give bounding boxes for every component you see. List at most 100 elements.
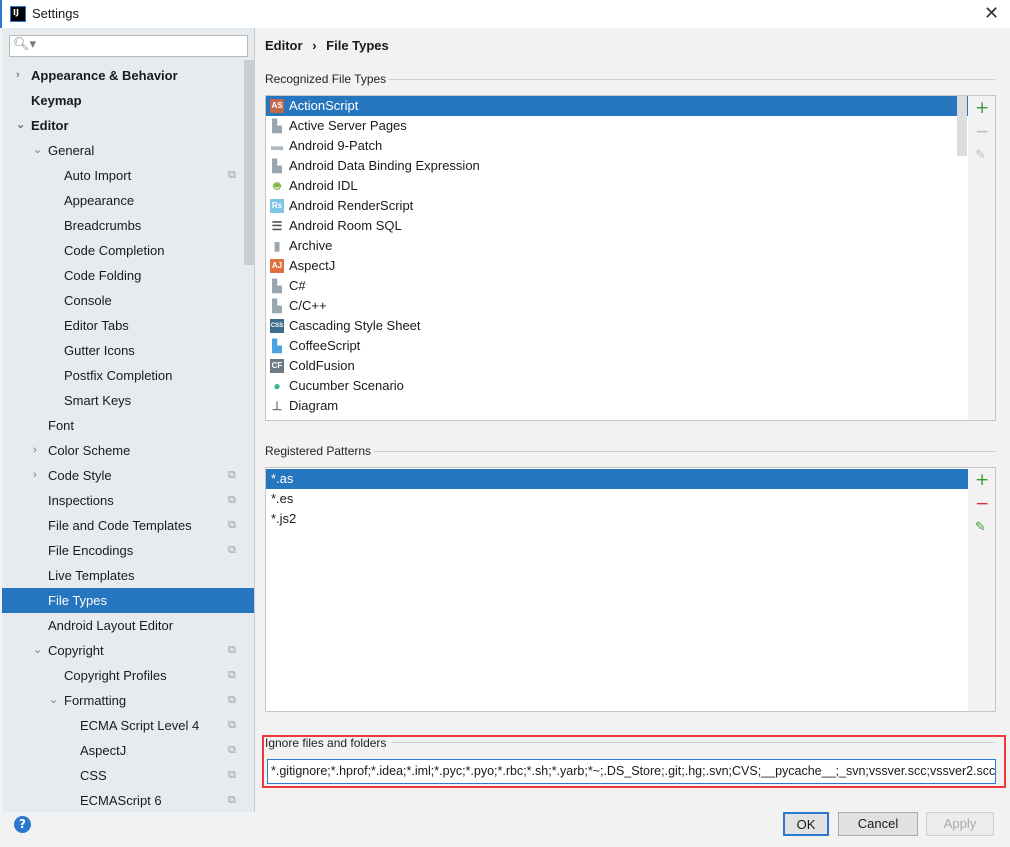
file-type-row[interactable]: ● Cucumber Scenario [266, 376, 968, 396]
sidebar-item-code-folding[interactable]: Code Folding [2, 263, 254, 288]
file-type-row[interactable]: CSS Cascading Style Sheet [266, 316, 968, 336]
file-type-row[interactable]: ☰ Android Room SQL [266, 216, 968, 236]
sidebar-item-ecma-script-level-4[interactable]: ECMA Script Level 4 ⧉ [2, 713, 254, 738]
sidebar-item-file-and-code-templates[interactable]: File and Code Templates ⧉ [2, 513, 254, 538]
file-type-row[interactable]: ▙ CoffeeScript [266, 336, 968, 356]
sidebar-item-appearance[interactable]: Appearance [2, 188, 254, 213]
file-type-label: Android RenderScript [289, 198, 414, 213]
file-type-row[interactable]: ▙ C/C++ [266, 296, 968, 316]
sidebar-item-appearance-behavior[interactable]: › Appearance & Behavior [2, 63, 254, 88]
intellij-logo-icon: IJ [10, 6, 26, 22]
file-type-row[interactable]: ▬ Android 9-Patch [266, 136, 968, 156]
file-type-row[interactable]: ▙ Android Data Binding Expression [266, 156, 968, 176]
file-type-row[interactable]: CF ColdFusion [266, 356, 968, 376]
aj-file-icon: AJ [270, 259, 284, 273]
edit-icon[interactable]: ✎ [975, 520, 986, 535]
sidebar-item-inspections[interactable]: Inspections ⧉ [2, 488, 254, 513]
sidebar-item-label: General [48, 143, 95, 158]
chevron-down-icon[interactable]: ⌄ [33, 638, 42, 663]
sidebar-item-copyright-profiles[interactable]: Copyright Profiles ⧉ [2, 663, 254, 688]
sidebar-item-aspectj[interactable]: AspectJ ⧉ [2, 738, 254, 763]
sidebar-item-label: File Types [48, 593, 108, 608]
file-type-row[interactable]: Rs Android RenderScript [266, 196, 968, 216]
file-type-label: ColdFusion [289, 358, 355, 373]
sidebar-item-code-completion[interactable]: Code Completion [2, 238, 254, 263]
sidebar-item-editor-tabs[interactable]: Editor Tabs [2, 313, 254, 338]
chevron-right-icon[interactable]: › [33, 438, 37, 463]
remove-icon[interactable]: − [975, 122, 989, 142]
cancel-button[interactable]: Cancel [838, 812, 918, 836]
sidebar-item-label: ECMA Script Level 4 [80, 718, 200, 733]
sidebar-item-console[interactable]: Console [2, 288, 254, 313]
sidebar-item-label: Color Scheme [48, 443, 131, 458]
file-type-row[interactable]: ▙ Active Server Pages [266, 116, 968, 136]
apply-button[interactable]: Apply [926, 812, 994, 836]
edit-icon[interactable]: ✎ [975, 148, 986, 163]
file-icon: ▙ [272, 339, 282, 353]
chevron-right-icon[interactable]: › [33, 463, 37, 488]
window-title: Settings [32, 6, 79, 21]
sidebar-item-code-style[interactable]: › Code Style ⧉ [2, 463, 254, 488]
sidebar-item-smart-keys[interactable]: Smart Keys [2, 388, 254, 413]
breadcrumb-current: File Types [326, 38, 389, 53]
sidebar-item-label: Editor Tabs [64, 318, 129, 333]
sidebar-item-general[interactable]: ⌄ General [2, 138, 254, 163]
file-types-scrollbar[interactable] [957, 96, 967, 156]
patterns-list[interactable]: *.as *.es *.js2 [265, 467, 969, 712]
ok-button[interactable]: OK [783, 812, 829, 836]
sidebar-item-color-scheme[interactable]: › Color Scheme [2, 438, 254, 463]
sidebar-item-editor[interactable]: ⌄ Editor [2, 113, 254, 138]
project-settings-icon: ⧉ [228, 469, 236, 481]
sidebar-item-live-templates[interactable]: Live Templates [2, 563, 254, 588]
pattern-row[interactable]: *.js2 [266, 509, 968, 529]
file-type-label: C/C++ [289, 298, 327, 313]
file-type-row[interactable]: AJ AspectJ [266, 256, 968, 276]
sidebar-item-keymap[interactable]: Keymap [2, 88, 254, 113]
project-settings-icon: ⧉ [228, 719, 236, 731]
sidebar-item-breadcrumbs[interactable]: Breadcrumbs [2, 213, 254, 238]
chevron-down-icon[interactable]: ⌄ [16, 113, 25, 138]
file-type-label: C# [289, 278, 306, 293]
search-input[interactable]: 🔍︎▾ [9, 35, 248, 57]
chevron-down-icon[interactable]: ⌄ [33, 138, 42, 163]
remove-icon[interactable]: − [975, 494, 989, 514]
chevron-down-icon[interactable]: ⌄ [49, 688, 58, 713]
sidebar-item-postfix-completion[interactable]: Postfix Completion [2, 363, 254, 388]
pattern-row[interactable]: *.as [266, 469, 968, 489]
project-settings-icon: ⧉ [228, 669, 236, 681]
ignore-files-input[interactable]: *.gitignore;*.hprof;*.idea;*.iml;*.pyc;*… [267, 759, 996, 784]
sidebar-item-formatting[interactable]: ⌄ Formatting ⧉ [2, 688, 254, 713]
pattern-row[interactable]: *.es [266, 489, 968, 509]
sidebar-item-copyright[interactable]: ⌄ Copyright ⧉ [2, 638, 254, 663]
sidebar-item-gutter-icons[interactable]: Gutter Icons [2, 338, 254, 363]
project-settings-icon: ⧉ [228, 794, 236, 806]
close-icon[interactable]: ✕ [984, 3, 999, 24]
recognized-file-types-label: Recognized File Types [265, 72, 387, 86]
add-icon[interactable]: + [975, 98, 989, 118]
file-type-label: Cucumber Scenario [289, 378, 404, 393]
file-type-row[interactable]: ▙ C# [266, 276, 968, 296]
sidebar-item-file-types[interactable]: File Types [2, 588, 254, 613]
sidebar-item-label: File and Code Templates [48, 518, 192, 533]
sidebar-item-file-encodings[interactable]: File Encodings ⧉ [2, 538, 254, 563]
sidebar-item-css[interactable]: CSS ⧉ [2, 763, 254, 788]
chevron-right-icon[interactable]: › [16, 63, 20, 88]
archive-icon: ▮ [273, 239, 281, 253]
add-icon[interactable]: + [975, 470, 989, 490]
file-type-row[interactable]: 🤖︎ Android IDL [266, 176, 968, 196]
breadcrumb-parent[interactable]: Editor [265, 38, 303, 53]
sidebar-item-android-layout-editor[interactable]: Android Layout Editor [2, 613, 254, 638]
sidebar-item-ecmascript-6[interactable]: ECMAScript 6 ⧉ [2, 788, 254, 813]
sidebar-item-font[interactable]: Font [2, 413, 254, 438]
help-icon[interactable]: ? [14, 816, 31, 833]
file-type-row[interactable]: AS ActionScript [266, 96, 968, 116]
file-type-label: Active Server Pages [289, 118, 407, 133]
sidebar-item-auto-import[interactable]: Auto Import ⧉ [2, 163, 254, 188]
file-type-label: Android IDL [289, 178, 358, 193]
file-type-row[interactable]: ⊥ Diagram [266, 396, 968, 416]
file-type-row[interactable]: ▮ Archive [266, 236, 968, 256]
file-type-label: Android 9-Patch [289, 138, 383, 153]
file-types-list[interactable]: AS ActionScript ▙ Active Server Pages ▬ Andro… [265, 95, 969, 421]
file-icon: ▙ [272, 119, 282, 133]
android-icon: 🤖︎ [273, 179, 281, 193]
